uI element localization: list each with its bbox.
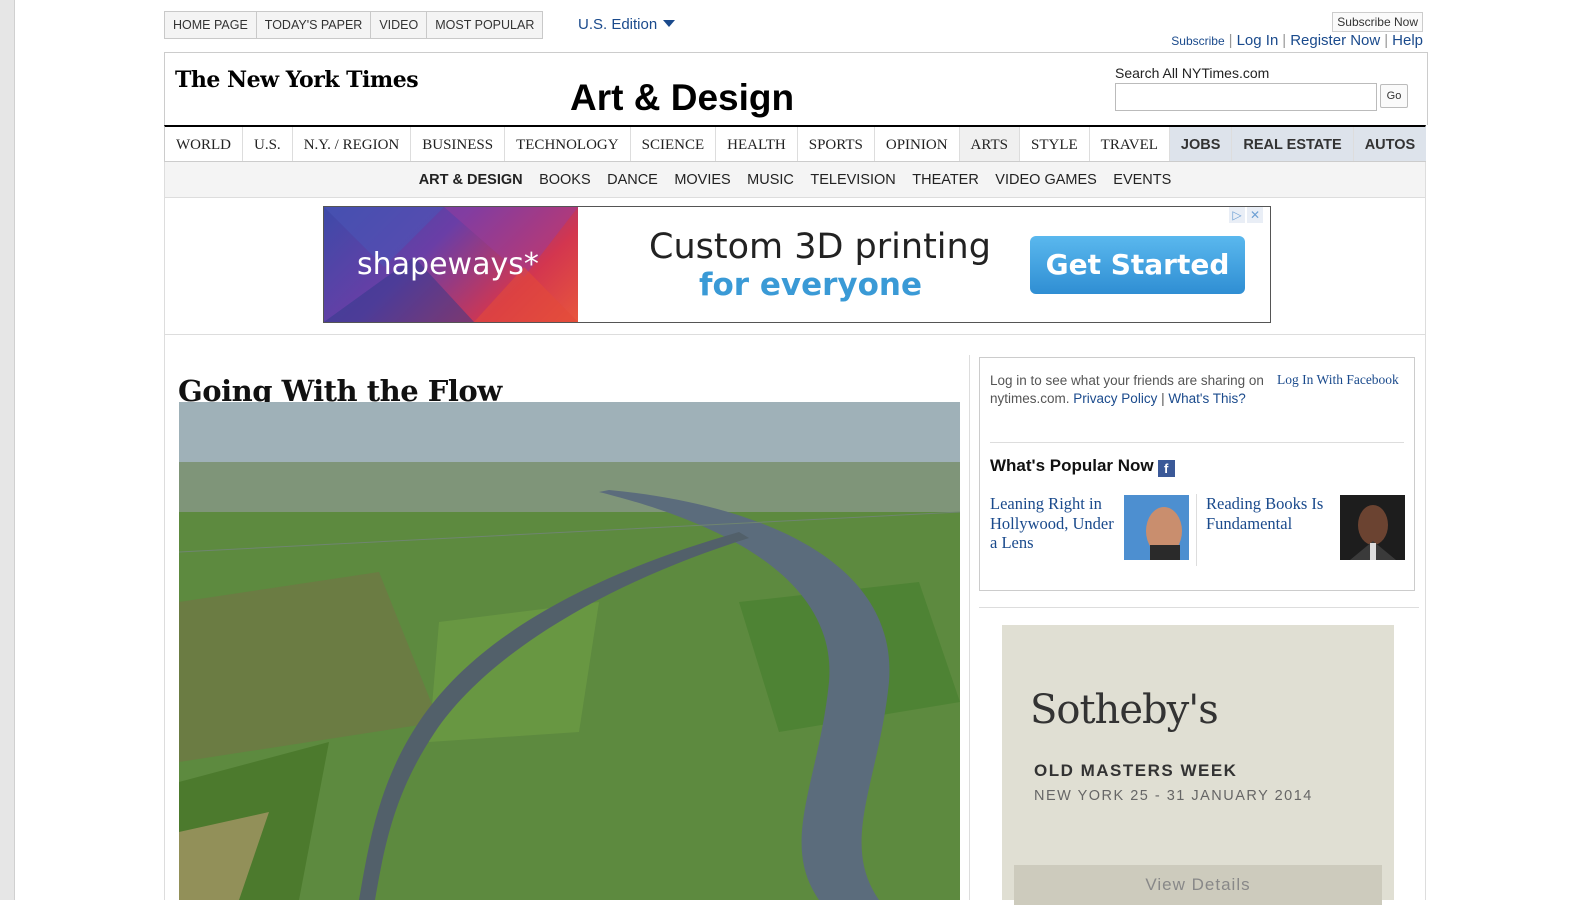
content: Going With the Flow Log in to see what y… xyxy=(164,335,1426,905)
search-input[interactable] xyxy=(1115,83,1377,111)
ad-headline: Custom 3D printing xyxy=(649,227,991,267)
whats-this-link[interactable]: What's This? xyxy=(1168,391,1245,406)
nav-health[interactable]: HEALTH xyxy=(716,127,798,161)
edition-selector[interactable]: U.S. Edition xyxy=(578,16,676,33)
ad-subline: for everyone xyxy=(699,267,923,303)
page: HOME PAGE TODAY'S PAPER VIDEO MOST POPUL… xyxy=(164,0,1428,905)
subnav-books[interactable]: BOOKS xyxy=(539,172,591,188)
todays-paper-link[interactable]: TODAY'S PAPER xyxy=(257,12,372,38)
popular-item-1-title[interactable]: Leaning Right in Hollywood, Under a Lens xyxy=(990,494,1115,553)
view-details-button[interactable]: View Details xyxy=(1014,865,1382,905)
popular-divider xyxy=(1196,494,1197,566)
nav-real-estate[interactable]: REAL ESTATE xyxy=(1232,127,1354,161)
most-popular-link[interactable]: MOST POPULAR xyxy=(427,12,542,38)
article-photo[interactable] xyxy=(179,402,960,900)
subnav-events[interactable]: EVENTS xyxy=(1113,172,1171,188)
nav-ny-region[interactable]: N.Y. / REGION xyxy=(293,127,412,161)
ad-brand: shapeways* xyxy=(357,247,539,282)
nav-travel[interactable]: TRAVEL xyxy=(1090,127,1170,161)
home-page-link[interactable]: HOME PAGE xyxy=(165,12,257,38)
nyt-logo[interactable]: The New York Times xyxy=(175,67,419,93)
link-separator: | xyxy=(1161,391,1165,406)
nav-sports[interactable]: SPORTS xyxy=(798,127,875,161)
section-title: Art & Design xyxy=(570,77,795,118)
column-divider xyxy=(969,355,970,900)
ad-choices-icon[interactable]: ▷ xyxy=(1229,207,1245,223)
nav-style[interactable]: STYLE xyxy=(1020,127,1090,161)
popular-item-2-thumbnail[interactable] xyxy=(1340,495,1405,560)
facebook-icon: f xyxy=(1157,460,1175,477)
popular-title-text: What's Popular Now xyxy=(990,456,1154,475)
chevron-down-icon xyxy=(663,20,676,27)
social-module: Log in to see what your friends are shar… xyxy=(979,357,1415,591)
ad-brand-panel: shapeways* xyxy=(324,207,578,322)
privacy-policy-link[interactable]: Privacy Policy xyxy=(1073,391,1157,406)
close-icon[interactable]: ✕ xyxy=(1247,207,1263,223)
sothebys-ad[interactable]: Sotheby's OLD MASTERS WEEK NEW YORK 25 -… xyxy=(1002,625,1394,905)
banner-ad[interactable]: shapeways* Custom 3D printing for everyo… xyxy=(323,206,1271,323)
popular-item-1-thumbnail[interactable] xyxy=(1124,495,1189,560)
browser-left-edge xyxy=(0,0,15,900)
divider xyxy=(979,607,1419,608)
subnav-theater[interactable]: THEATER xyxy=(912,172,979,188)
register-link[interactable]: Register Now xyxy=(1290,32,1380,49)
user-links: Subscribe | Log In | Register Now | Help xyxy=(1171,32,1423,49)
search-go-button[interactable]: Go xyxy=(1380,84,1408,108)
subnav-video-games[interactable]: VIDEO GAMES xyxy=(995,172,1097,188)
subnav-dance[interactable]: DANCE xyxy=(607,172,658,188)
ad-cta-button[interactable]: Get Started xyxy=(1030,236,1245,294)
nav-technology[interactable]: TECHNOLOGY xyxy=(505,127,631,161)
nav-world[interactable]: WORLD xyxy=(165,127,243,161)
nav-science[interactable]: SCIENCE xyxy=(631,127,717,161)
search-label: Search All NYTimes.com xyxy=(1115,65,1270,81)
nav-autos[interactable]: AUTOS xyxy=(1353,127,1427,161)
river-landscape-image xyxy=(179,402,960,900)
social-intro: Log in to see what your friends are shar… xyxy=(990,372,1270,408)
subnav-television[interactable]: TELEVISION xyxy=(810,172,895,188)
top-nav: HOME PAGE TODAY'S PAPER VIDEO MOST POPUL… xyxy=(164,11,544,39)
login-link[interactable]: Log In xyxy=(1237,32,1279,49)
video-link[interactable]: VIDEO xyxy=(371,12,428,38)
nav-jobs[interactable]: JOBS xyxy=(1169,127,1233,161)
masthead: The New York Times Art & Design Search A… xyxy=(164,52,1428,125)
facebook-login-link[interactable]: Log In With Facebook xyxy=(1277,372,1399,388)
sothebys-logo: Sotheby's xyxy=(1030,687,1219,733)
divider xyxy=(990,442,1404,443)
subnav-art-design[interactable]: ART & DESIGN xyxy=(419,172,523,188)
help-link[interactable]: Help xyxy=(1392,32,1423,49)
subscribe-link[interactable]: Subscribe xyxy=(1171,34,1224,48)
sothebys-ad-dates: NEW YORK 25 - 31 JANUARY 2014 xyxy=(1034,788,1313,804)
popular-item-2-title[interactable]: Reading Books Is Fundamental xyxy=(1206,494,1336,533)
nav-opinion[interactable]: OPINION xyxy=(875,127,960,161)
subscribe-now-button[interactable]: Subscribe Now xyxy=(1332,12,1423,32)
main-nav: WORLD U.S. N.Y. / REGION BUSINESS TECHNO… xyxy=(164,125,1427,162)
popular-now-title: What's Popular Now f xyxy=(990,456,1175,477)
sothebys-ad-title: OLD MASTERS WEEK xyxy=(1034,761,1238,780)
nav-arts[interactable]: ARTS xyxy=(959,127,1020,161)
subnav-music[interactable]: MUSIC xyxy=(747,172,794,188)
nav-us[interactable]: U.S. xyxy=(243,127,293,161)
ad-choices: ▷ ✕ xyxy=(1229,207,1263,223)
subnav-movies[interactable]: MOVIES xyxy=(674,172,730,188)
arts-subnav: ART & DESIGN BOOKS DANCE MOVIES MUSIC TE… xyxy=(164,162,1426,198)
nav-business[interactable]: BUSINESS xyxy=(411,127,506,161)
edition-label: U.S. Edition xyxy=(578,16,658,33)
